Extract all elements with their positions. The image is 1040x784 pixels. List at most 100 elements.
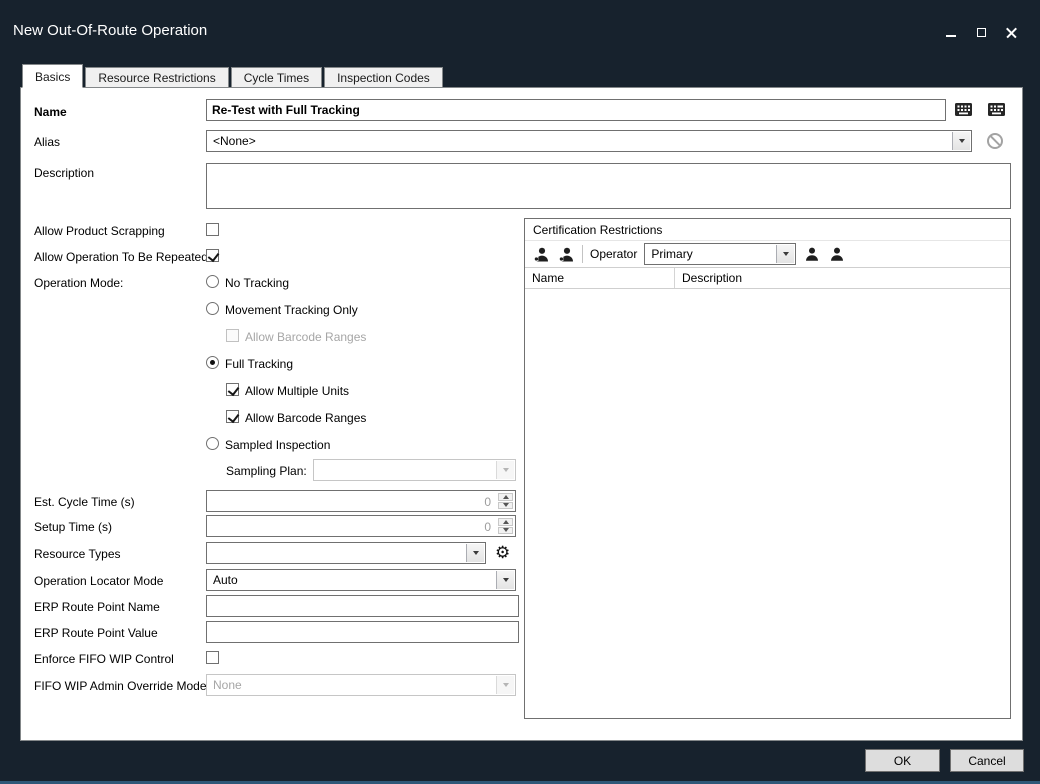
maximize-button[interactable] xyxy=(974,26,988,39)
certification-toolbar: Operator Primary xyxy=(525,241,1010,268)
est-cycle-time-spinner[interactable]: 0 xyxy=(206,490,516,512)
name-input[interactable] xyxy=(206,99,946,121)
window-title: New Out-Of-Route Operation xyxy=(13,22,207,39)
alias-select[interactable]: <None> xyxy=(206,130,972,152)
sampling-plan-label: Sampling Plan: xyxy=(226,464,307,479)
add-operator-certification-icon[interactable] xyxy=(532,245,550,263)
tab-basics[interactable]: Basics xyxy=(22,64,83,88)
keyboard-language-icon-glyph xyxy=(987,102,1006,118)
resource-types-settings-gear-icon[interactable]: ⚙ xyxy=(495,544,510,561)
chevron-down-icon xyxy=(503,578,509,582)
operator-select[interactable]: Primary xyxy=(644,243,796,265)
minimize-icon xyxy=(946,35,956,37)
setup-time-up-button[interactable] xyxy=(498,518,513,526)
person-key-alt-icon xyxy=(558,246,575,263)
est-cycle-time-value: 0 xyxy=(484,495,491,509)
allow-operation-repeated-label: Allow Operation To Be Repeated xyxy=(34,250,208,265)
est-cycle-time-down-button[interactable] xyxy=(498,502,513,510)
tabstrip: Basics Resource Restrictions Cycle Times… xyxy=(22,64,445,88)
allow-barcode-ranges-checkbox[interactable] xyxy=(226,410,239,423)
person-icon xyxy=(804,246,820,262)
radio-sampled-inspection[interactable] xyxy=(206,437,219,450)
setup-time-down-button[interactable] xyxy=(498,527,513,535)
certification-table-header: Name Description xyxy=(525,268,1010,289)
erp-route-point-name-label: ERP Route Point Name xyxy=(34,600,160,615)
est-cycle-time-label: Est. Cycle Time (s) xyxy=(34,495,135,510)
operation-locator-mode-label: Operation Locator Mode xyxy=(34,574,163,589)
close-icon xyxy=(1006,27,1017,38)
allow-barcode-ranges-label[interactable]: Allow Barcode Ranges xyxy=(245,411,366,426)
dialog-window: New Out-Of-Route Operation Basics Resour… xyxy=(0,0,1040,784)
column-header-name[interactable]: Name xyxy=(525,268,675,288)
keyboard-language-icon[interactable] xyxy=(986,101,1006,118)
radio-full-tracking[interactable] xyxy=(206,356,219,369)
window-controls xyxy=(944,26,1018,39)
setup-time-label: Setup Time (s) xyxy=(34,520,112,535)
movement-allow-barcode-ranges-label: Allow Barcode Ranges xyxy=(245,330,366,345)
cancel-button[interactable]: Cancel xyxy=(950,749,1024,772)
alias-dropdown-arrow-icon[interactable] xyxy=(952,132,970,150)
operation-locator-mode-select[interactable]: Auto xyxy=(206,569,516,591)
operator-dropdown-arrow-icon[interactable] xyxy=(776,245,794,263)
titlebar: New Out-Of-Route Operation xyxy=(0,0,1040,55)
setup-time-spin-buttons xyxy=(497,517,514,535)
operator-label: Operator xyxy=(590,247,637,261)
allow-operation-repeated-checkbox[interactable] xyxy=(206,249,219,262)
alias-label: Alias xyxy=(34,135,60,150)
fifo-wip-admin-override-mode-selected-value: None xyxy=(213,678,242,692)
arrow-down-icon xyxy=(503,503,509,507)
chevron-down-icon xyxy=(959,139,965,143)
minimize-button[interactable] xyxy=(944,26,958,39)
radio-movement-tracking-only-label[interactable]: Movement Tracking Only xyxy=(225,303,358,318)
description-textarea[interactable] xyxy=(206,163,1011,209)
operator-person-icon[interactable] xyxy=(803,245,821,263)
name-label: Name xyxy=(34,105,67,120)
chevron-down-icon xyxy=(473,551,479,555)
operation-locator-mode-dropdown-arrow-icon[interactable] xyxy=(496,571,514,589)
fifo-wip-admin-override-mode-label: FIFO WIP Admin Override Mode xyxy=(34,679,207,694)
arrow-down-icon xyxy=(503,528,509,532)
allow-multiple-units-checkbox[interactable] xyxy=(226,383,239,396)
allow-product-scrapping-checkbox[interactable] xyxy=(206,223,219,236)
resource-types-dropdown-arrow-icon[interactable] xyxy=(466,544,484,562)
alias-disabled-icon[interactable] xyxy=(987,133,1003,149)
tab-inspection-codes[interactable]: Inspection Codes xyxy=(324,67,443,88)
operator-person-alt-icon[interactable] xyxy=(828,245,846,263)
erp-route-point-value-input[interactable] xyxy=(206,621,519,643)
keyboard-icon-glyph xyxy=(954,102,973,118)
tab-cycle-times[interactable]: Cycle Times xyxy=(231,67,322,88)
basics-tab-panel: Name Alias xyxy=(20,87,1023,741)
allow-product-scrapping-label: Allow Product Scrapping xyxy=(34,224,165,239)
radio-no-tracking[interactable] xyxy=(206,275,219,288)
movement-allow-barcode-ranges-checkbox xyxy=(226,329,239,342)
chevron-down-icon xyxy=(503,468,509,472)
person-key-icon xyxy=(533,246,550,263)
certification-restrictions-title: Certification Restrictions xyxy=(525,219,1010,241)
close-button[interactable] xyxy=(1004,26,1018,39)
chevron-down-icon xyxy=(783,252,789,256)
radio-full-tracking-label[interactable]: Full Tracking xyxy=(225,357,293,372)
person-icon xyxy=(829,246,845,262)
tab-resource-restrictions[interactable]: Resource Restrictions xyxy=(85,67,228,88)
resource-types-select[interactable] xyxy=(206,542,486,564)
resource-types-label: Resource Types xyxy=(34,547,121,562)
sampling-plan-dropdown-arrow-icon xyxy=(496,461,514,479)
setup-time-spinner[interactable]: 0 xyxy=(206,515,516,537)
erp-route-point-value-label: ERP Route Point Value xyxy=(34,626,158,641)
erp-route-point-name-input[interactable] xyxy=(206,595,519,617)
enforce-fifo-wip-control-checkbox[interactable] xyxy=(206,651,219,664)
sampling-plan-select xyxy=(313,459,516,481)
chevron-down-icon xyxy=(503,683,509,687)
keyboard-icon[interactable] xyxy=(953,101,973,118)
radio-no-tracking-label[interactable]: No Tracking xyxy=(225,276,289,291)
fifo-override-dropdown-arrow-icon xyxy=(496,676,514,694)
est-cycle-time-up-button[interactable] xyxy=(498,493,513,501)
radio-movement-tracking-only[interactable] xyxy=(206,302,219,315)
allow-multiple-units-label[interactable]: Allow Multiple Units xyxy=(245,384,349,399)
column-header-description[interactable]: Description xyxy=(675,268,1010,288)
radio-sampled-inspection-label[interactable]: Sampled Inspection xyxy=(225,438,330,453)
remove-operator-certification-icon[interactable] xyxy=(557,245,575,263)
ok-button[interactable]: OK xyxy=(865,749,940,772)
certification-restrictions-panel: Certification Restrictions xyxy=(524,218,1011,719)
setup-time-value: 0 xyxy=(484,520,491,534)
